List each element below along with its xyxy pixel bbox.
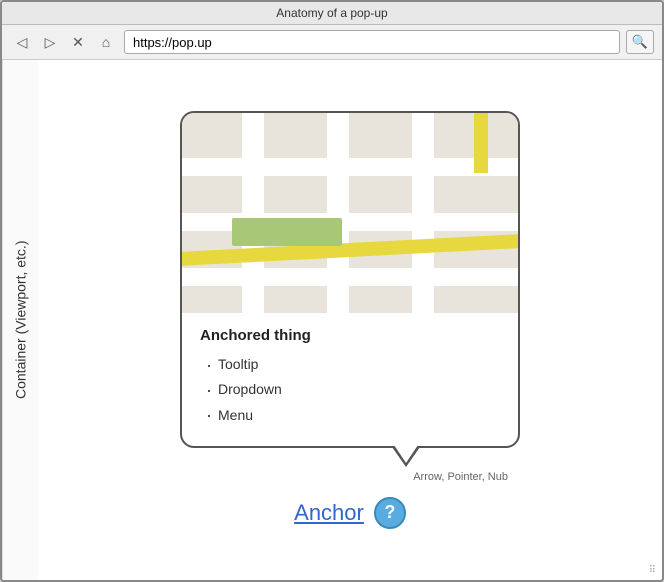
list-item: Menu [206, 403, 500, 428]
main-content: Anchored thing Tooltip Dropdown Menu [38, 60, 662, 580]
list-item: Tooltip [206, 352, 500, 377]
arrow-area: Arrow, Pointer, Nub [180, 448, 520, 483]
back-icon: ◁ [17, 34, 28, 51]
window-title: Anatomy of a pop-up [276, 6, 387, 20]
popup-body: Anchored thing Tooltip Dropdown Menu [182, 313, 518, 446]
forward-button[interactable]: ▷ [38, 30, 62, 54]
list-item: Dropdown [206, 377, 500, 402]
anchored-list: Tooltip Dropdown Menu [200, 352, 500, 428]
arrow-label: Arrow, Pointer, Nub [413, 471, 512, 483]
address-bar[interactable] [124, 30, 620, 54]
home-icon: ⌂ [102, 34, 110, 50]
help-button[interactable]: ? [374, 497, 406, 529]
home-button[interactable]: ⌂ [94, 30, 118, 54]
close-button[interactable]: ✕ [66, 30, 90, 54]
anchor-row: Anchor ? [294, 497, 406, 529]
back-button[interactable]: ◁ [10, 30, 34, 54]
resize-handle[interactable]: ⠿ [649, 565, 656, 576]
map-green-block [232, 218, 342, 246]
map-road [242, 113, 264, 313]
anchor-link[interactable]: Anchor [294, 500, 364, 526]
popup-arrow-inner [394, 445, 418, 463]
anchored-title: Anchored thing [200, 327, 500, 344]
map-road [412, 113, 434, 313]
help-icon: ? [384, 502, 395, 523]
map-road [182, 268, 518, 286]
close-icon: ✕ [72, 34, 84, 51]
map-road [327, 113, 349, 313]
map-road [182, 158, 518, 176]
nav-buttons: ◁ ▷ ✕ ⌂ [10, 30, 118, 54]
browser-window: Anatomy of a pop-up ◁ ▷ ✕ ⌂ 🔍 Container … [0, 0, 664, 582]
popup-arrow [392, 447, 420, 467]
popup-container: Anchored thing Tooltip Dropdown Menu [180, 111, 520, 448]
search-icon: 🔍 [632, 34, 648, 50]
map-yellow-road-vertical [474, 113, 488, 173]
title-bar: Anatomy of a pop-up [2, 2, 662, 25]
list-item-label: Menu [218, 403, 253, 428]
map-area [182, 113, 518, 313]
toolbar: ◁ ▷ ✕ ⌂ 🔍 [2, 25, 662, 60]
content-area: Container (Viewport, etc.) [2, 60, 662, 580]
search-button[interactable]: 🔍 [626, 30, 654, 54]
forward-icon: ▷ [45, 34, 56, 51]
container-label: Container (Viewport, etc.) [2, 60, 38, 580]
list-item-label: Tooltip [218, 352, 258, 377]
list-item-label: Dropdown [218, 377, 282, 402]
